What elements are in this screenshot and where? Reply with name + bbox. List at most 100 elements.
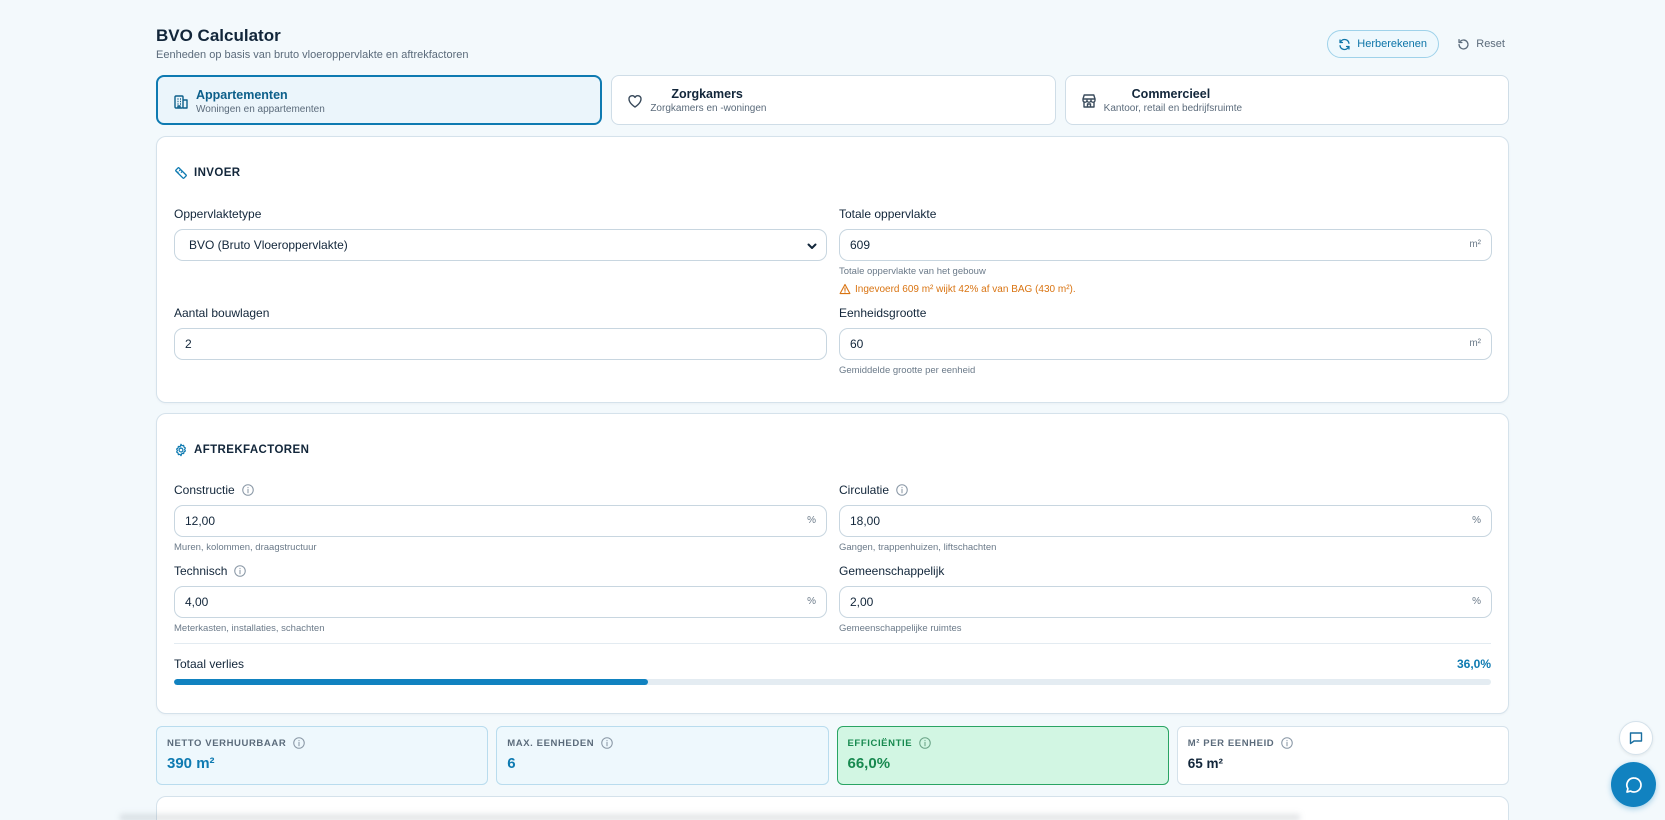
tab-description: Zorgkamers en -woningen <box>650 103 767 114</box>
header: BVO Calculator Eenheden op basis van bru… <box>156 0 1509 75</box>
stat-value: 66,0% <box>847 755 891 772</box>
stat-value: 6 <box>507 755 516 772</box>
circulation-input[interactable]: 18,00 % <box>839 505 1492 537</box>
circulation-label: Circulatie <box>839 483 1492 497</box>
warning-icon <box>839 283 851 295</box>
tab-appartementen[interactable]: Appartementen Woningen en appartementen <box>156 75 603 125</box>
recalculate-button[interactable]: Herberekenen <box>1327 30 1439 58</box>
tab-label: Zorgkamers <box>671 87 743 101</box>
percent-unit: % <box>1472 515 1481 526</box>
input-section-title: INVOER <box>174 166 241 180</box>
deduction-factors-card: AFTREKFACTOREN Constructie 12,00 % Muren… <box>156 413 1509 714</box>
construction-input[interactable]: 12,00 % <box>174 505 827 537</box>
technical-field: Technisch 4,00 % Meterkasten, installati… <box>174 564 827 634</box>
divider <box>174 643 1491 644</box>
reset-label: Reset <box>1476 38 1505 50</box>
stat-label: EFFICIËNTIE <box>848 736 933 750</box>
shared-value: 2,00 <box>850 595 874 609</box>
heart-icon <box>628 95 643 108</box>
stat-label-text: NETTO VERHUURBAAR <box>167 737 287 749</box>
shared-input[interactable]: 2,00 % <box>839 586 1492 618</box>
store-icon <box>1081 94 1096 108</box>
gear-icon <box>176 443 186 457</box>
unit-label: m² <box>1469 239 1481 250</box>
total-area-hint: Totale oppervlakte van het gebouw <box>839 266 986 277</box>
building-type-tabs: Appartementen Woningen en appartementen … <box>156 75 1509 125</box>
stat-label: MAX. EENHEDEN <box>507 736 614 750</box>
info-icon[interactable] <box>1280 736 1294 750</box>
shared-field: Gemeenschappelijk 2,00 % Gemeenschappeli… <box>839 564 1492 634</box>
page-subtitle: Eenheden op basis van bruto vloeroppervl… <box>156 49 469 61</box>
info-icon[interactable] <box>241 483 255 497</box>
floors-label: Aantal bouwlagen <box>174 306 270 320</box>
shared-hint: Gemeenschappelijke ruimtes <box>839 623 962 634</box>
total-area-label: Totale oppervlakte <box>839 207 937 221</box>
unit-size-input[interactable]: 60 m² <box>839 328 1492 360</box>
circulation-value: 18,00 <box>850 514 881 528</box>
total-loss-label: Totaal verlies <box>174 657 245 671</box>
technical-label: Technisch <box>174 564 827 578</box>
result-stats: NETTO VERHUURBAAR 390 m² MAX. EENHEDEN 6… <box>156 726 1509 785</box>
tab-label: Appartementen <box>196 88 288 102</box>
shared-label: Gemeenschappelijk <box>839 564 1492 578</box>
total-area-input[interactable]: 609 m² <box>839 229 1492 261</box>
reset-button[interactable]: Reset <box>1453 30 1509 58</box>
surface-type-label: Oppervlaktetype <box>174 207 262 221</box>
technical-input[interactable]: 4,00 % <box>174 586 827 618</box>
info-icon[interactable] <box>600 736 614 750</box>
chat-button[interactable] <box>1611 762 1656 807</box>
percent-unit: % <box>1472 596 1481 607</box>
info-icon[interactable] <box>233 564 247 578</box>
construction-value: 12,00 <box>185 514 216 528</box>
feedback-button[interactable] <box>1619 721 1653 755</box>
deduction-section-title: AFTREKFACTOREN <box>174 443 309 457</box>
section-title-text: INVOER <box>194 167 241 179</box>
circulation-label-text: Circulatie <box>839 483 890 497</box>
shared-label-text: Gemeenschappelijk <box>839 564 945 578</box>
surface-type-select[interactable]: BVO (Bruto Vloeroppervlakte) <box>174 229 827 261</box>
stat-label-text: EFFICIËNTIE <box>847 737 913 749</box>
construction-field: Constructie 12,00 % Muren, kolommen, dra… <box>174 483 827 553</box>
chevron-down-icon <box>807 243 817 249</box>
bvo-calculator-page: BVO Calculator Eenheden op basis van bru… <box>156 0 1509 785</box>
unit-size-value: 60 <box>850 337 864 351</box>
tab-description: Kantoor, retail en bedrijfsruimte <box>1103 103 1243 114</box>
stat-efficiency: EFFICIËNTIE 66,0% <box>836 726 1169 785</box>
tab-zorgkamers[interactable]: Zorgkamers Zorgkamers en -woningen <box>611 75 1056 125</box>
stat-max-units: MAX. EENHEDEN 6 <box>496 726 829 785</box>
surface-type-value: BVO (Bruto Vloeroppervlakte) <box>189 238 348 252</box>
info-icon[interactable] <box>292 736 306 750</box>
bag-deviation-warning: Ingevoerd 609 m² wijkt 42% af van BAG (4… <box>839 283 1492 295</box>
percent-unit: % <box>807 515 816 526</box>
floors-input[interactable]: 2 <box>174 328 827 360</box>
ruler-icon <box>175 167 187 179</box>
input-card: INVOER Oppervlaktetype BVO (Bruto Vloero… <box>156 136 1509 403</box>
technical-hint: Meterkasten, installaties, schachten <box>174 623 325 634</box>
page-title: BVO Calculator <box>156 26 281 45</box>
chat-bubble-icon <box>1625 776 1642 793</box>
total-area-field: Totale oppervlakte 609 m² Totale oppervl… <box>839 207 1492 295</box>
info-icon[interactable] <box>918 736 932 750</box>
recalculate-label: Herberekenen <box>1357 38 1427 50</box>
construction-label-text: Constructie <box>174 483 235 497</box>
stat-m2-per-unit: M² PER EENHEID 65 m² <box>1176 726 1509 785</box>
stat-label: M² PER EENHEID <box>1188 736 1295 750</box>
stat-net-rentable: NETTO VERHUURBAAR 390 m² <box>156 726 489 785</box>
floors-field: Aantal bouwlagen 2 <box>174 306 827 360</box>
reset-icon <box>1458 38 1469 50</box>
total-loss-progress-fill <box>174 679 649 685</box>
surface-type-field: Oppervlaktetype BVO (Bruto Vloeroppervla… <box>174 207 827 261</box>
info-icon[interactable] <box>895 483 909 497</box>
total-loss-value: 36,0% <box>1456 657 1491 671</box>
unit-size-field: Eenheidsgrootte 60 m² Gemiddelde grootte… <box>839 306 1492 376</box>
stat-value: 65 m² <box>1187 756 1224 771</box>
section-title-text: AFTREKFACTOREN <box>194 444 310 456</box>
tab-commercieel[interactable]: Commercieel Kantoor, retail en bedrijfsr… <box>1064 75 1509 125</box>
stat-label-text: MAX. EENHEDEN <box>507 737 595 749</box>
warning-text: Ingevoerd 609 m² wijkt 42% af van BAG (4… <box>855 283 1076 295</box>
circulation-field: Circulatie 18,00 % Gangen, trappenhuizen… <box>839 483 1492 553</box>
percent-unit: % <box>807 596 816 607</box>
unit-size-label: Eenheidsgrootte <box>839 306 927 320</box>
total-area-value: 609 <box>850 238 871 252</box>
technical-value: 4,00 <box>185 595 209 609</box>
